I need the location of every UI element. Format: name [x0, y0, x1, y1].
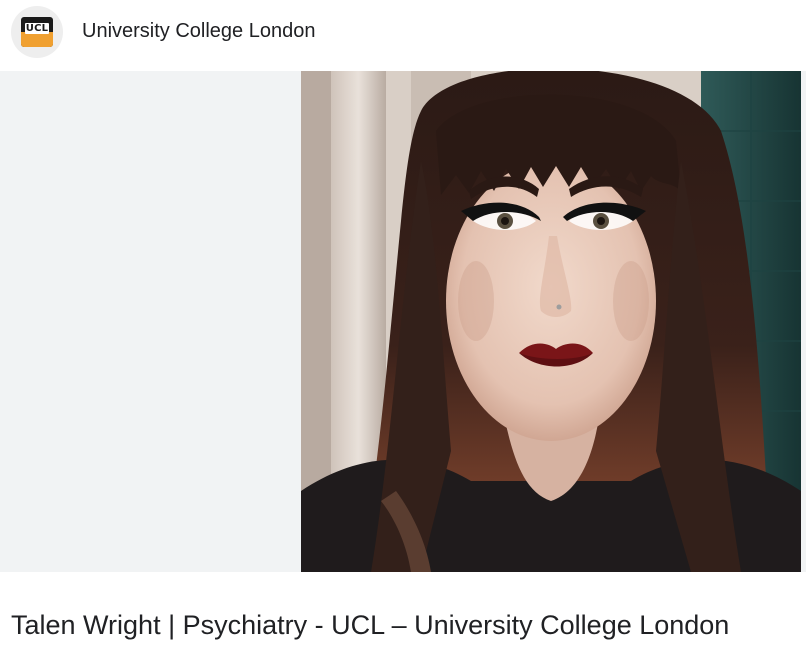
- portrait-photo[interactable]: [301, 71, 801, 572]
- site-name[interactable]: University College London: [82, 20, 315, 42]
- site-header: UCL University College London: [0, 0, 806, 64]
- site-favicon[interactable]: UCL: [11, 6, 63, 58]
- image-preview-area: [0, 71, 806, 572]
- ucl-logo-icon: UCL: [21, 17, 53, 47]
- result-title[interactable]: Talen Wright | Psychiatry - UCL – Univer…: [11, 608, 729, 642]
